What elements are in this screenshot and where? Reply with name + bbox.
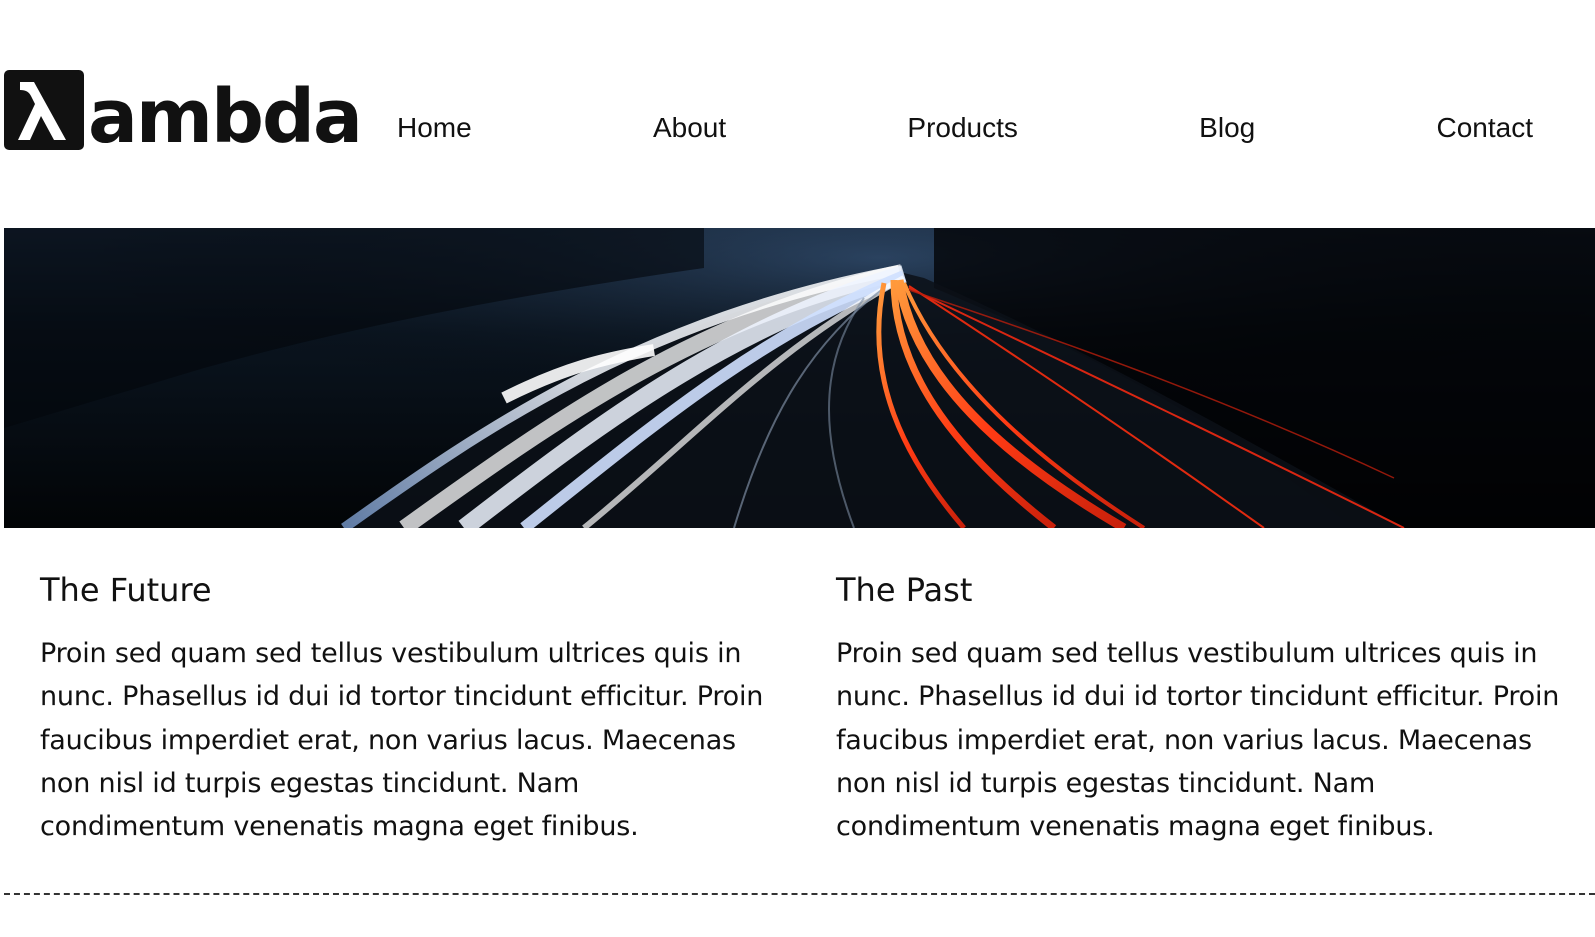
page: ambda Home About Products Blog Contact T… (0, 0, 1595, 937)
nav-item-products[interactable]: Products (855, 112, 1070, 144)
highway-light-trails-image (4, 228, 1595, 528)
lambda-logo-icon (4, 70, 84, 150)
column-title: The Future (40, 571, 212, 609)
hero-image (4, 228, 1595, 528)
nav-item-about[interactable]: About (601, 112, 778, 144)
nav-item-blog[interactable]: Blog (1147, 112, 1307, 144)
content-columns: The Future Proin sed quam sed tellus ves… (40, 560, 1560, 848)
column-body: Proin sed quam sed tellus vestibulum ult… (836, 638, 1560, 843)
footer-divider (4, 893, 1595, 895)
logo-wordmark: ambda (88, 74, 363, 160)
nav-item-contact[interactable]: Contact (1384, 112, 1585, 144)
column-past: The Past Proin sed quam sed tellus vesti… (836, 560, 1560, 848)
nav-item-home[interactable]: Home (345, 112, 524, 144)
column-future: The Future Proin sed quam sed tellus ves… (40, 560, 764, 848)
main-nav: Home About Products Blog Contact (345, 112, 1585, 144)
logo[interactable]: ambda (4, 70, 363, 154)
column-body: Proin sed quam sed tellus vestibulum ult… (40, 638, 764, 843)
column-title: The Past (836, 571, 973, 609)
site-header: ambda Home About Products Blog Contact (0, 0, 1595, 228)
